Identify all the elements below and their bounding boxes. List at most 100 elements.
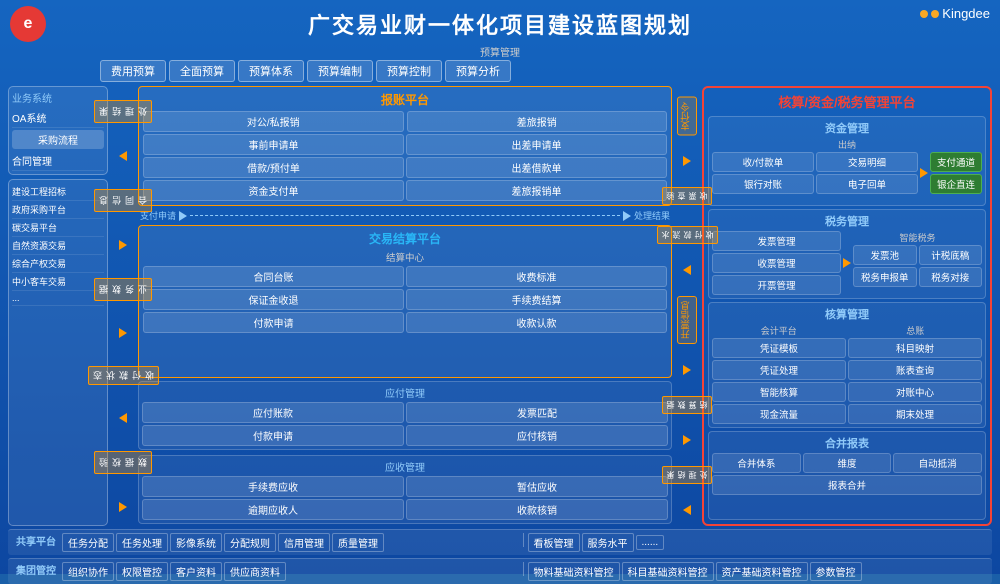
logo-left: e	[10, 6, 46, 42]
ticket-check-label: 收票查验	[662, 187, 712, 205]
arrow-icon-right-5	[623, 211, 631, 221]
payable-grid: 应付账款 发票匹配 付款申请 应付核销	[142, 402, 668, 446]
merge-title: 合并报表	[712, 435, 982, 451]
dimension-item: 维度	[803, 453, 892, 473]
tab-budget-system[interactable]: 预算体系	[238, 60, 304, 82]
customer-data-item[interactable]: 客户资料	[170, 562, 222, 581]
pre-apply-item: 事前申请单	[143, 134, 404, 155]
travel-loan-item: 出差借款单	[406, 157, 667, 178]
payment-channel: 支付通道	[930, 152, 982, 172]
tax-connect-item: 税务对接	[919, 267, 983, 287]
arrow-icon-right-3	[119, 502, 127, 512]
tax-title: 税务管理	[712, 213, 982, 229]
reconcile-center-item: 对账中心	[848, 382, 982, 402]
loan-item: 借款/预付单	[143, 157, 404, 178]
invoice-mgmt-item: 发票管理	[712, 231, 841, 251]
tax-draft-item: 计税底稿	[919, 245, 983, 265]
arrow-right-8	[683, 435, 691, 445]
tab-budget-analysis[interactable]: 预算分析	[445, 60, 511, 82]
deposit-item: 保证金收退	[143, 289, 404, 310]
mid-column: 报账平台 对公/私报销 差旅报销 事前申请单 出差申请单 借款/预付单 出差借款…	[138, 86, 672, 526]
settlement-data-label: 结算数据	[662, 396, 712, 414]
page-title: 广交易业财一体化项目建设蓝图规划	[308, 8, 692, 40]
project-item-dots: ...	[12, 291, 104, 306]
credit-mgmt-item[interactable]: 信用管理	[278, 533, 330, 552]
trade-platform-title: 交易结算平台	[143, 230, 667, 247]
account-title: 核算管理	[712, 306, 982, 322]
fee-standard-item: 收费标准	[406, 266, 667, 287]
payment-item: 收/付款单	[712, 152, 814, 172]
arrow-left-1	[119, 151, 127, 161]
biz-title: 业务系统	[12, 90, 104, 105]
expense-grid: 事前申请单 出差申请单 借款/预付单 出差借款单 资金支付单 差旅报销单	[143, 134, 667, 201]
arrow-icon-left-1	[119, 151, 127, 161]
receivable-section: 应收管理 手续费应收 暂估应收 逾期应收人 收款核销	[138, 455, 672, 524]
voucher-template-item: 凭证模板	[712, 338, 846, 358]
billing-mgmt-item: 开票管理	[712, 275, 841, 295]
voucher-process-item: 凭证处理	[712, 360, 846, 380]
kanban-mgmt-item[interactable]: 看板管理	[528, 533, 580, 552]
group-control-label: 集团管控	[16, 562, 56, 581]
task-assign-item[interactable]: 任务分配	[62, 533, 114, 552]
quality-mgmt-item[interactable]: 质量管理	[332, 533, 384, 552]
left-arrows: 处理结果 合同信息 业务数据 收付款状态 数据校验	[112, 86, 134, 526]
payment-request-item: 付款申请	[143, 312, 404, 333]
tab-expense-budget[interactable]: 费用预算	[100, 60, 166, 82]
arrow-right-2	[119, 328, 127, 338]
smart-account-item: 智能核算	[712, 382, 846, 402]
asset-item[interactable]: 资产基础资料管控	[716, 562, 808, 581]
arrow-right-tax	[843, 258, 851, 268]
service-level-item[interactable]: 服务水平	[582, 533, 634, 552]
right-platform: 核算/资金/税务管理平台 资金管理 出纳 收/付款单 交易明细 银行对账 电子回…	[702, 86, 992, 526]
payment-channel-box: 支付通道 银企直连	[930, 152, 982, 194]
fund-grid: 收/付款单 交易明细 银行对账 电子回单	[712, 152, 918, 194]
trade-platform-box: 交易结算平台 结算中心 合同台账 收费标准 保证金收退 手续费结算 付款申请 收…	[138, 225, 672, 378]
oa-item: OA系统	[12, 108, 104, 128]
subject-item[interactable]: 科目基础资料管控	[622, 562, 714, 581]
auto-offset-item: 自动抵消	[893, 453, 982, 473]
data-check-label: 数据校验	[94, 451, 152, 474]
image-system-item[interactable]: 影像系统	[170, 533, 222, 552]
permission-item[interactable]: 权限管控	[116, 562, 168, 581]
task-process-item[interactable]: 任务处理	[116, 533, 168, 552]
account-grid: 凭证模板 科目映射 凭证处理 账表查询 智能核算 对账中心 现金流量 期末处理	[712, 338, 982, 424]
shared-items-left: 任务分配 任务处理 影像系统 分配规则 信用管理 质量管理	[62, 533, 519, 552]
divider-1	[523, 533, 524, 547]
contract-info-label: 合同信息	[94, 189, 152, 212]
fee-settlement-item: 手续费结算	[406, 289, 667, 310]
account-platform-label: 会计平台	[712, 324, 846, 337]
tab-budget-compile[interactable]: 预算编制	[307, 60, 373, 82]
supplier-data-item[interactable]: 供应商资料	[224, 562, 286, 581]
trade-grid: 合同台账 收费标准 保证金收退 手续费结算 付款申请 收款认款	[143, 266, 667, 333]
alloc-rule-item[interactable]: 分配规则	[224, 533, 276, 552]
expense-platform-title: 报账平台	[143, 91, 667, 108]
budget-label: 预算管理	[0, 44, 1000, 59]
payable-section: 应付管理 应付账款 发票匹配 付款申请 应付核销	[138, 381, 672, 450]
merge-section: 合并报表 合并体系 维度 自动抵消 报表合并	[708, 431, 986, 521]
process-result-label3: 处理结果	[662, 466, 712, 484]
arrow-right-fund	[920, 168, 928, 178]
logo-left-text: e	[24, 15, 33, 33]
bank-recon-item: 银行对账	[712, 174, 814, 194]
project-item-1: 建设工程招标	[12, 183, 104, 201]
tab-full-budget[interactable]: 全面预算	[169, 60, 235, 82]
arrow-icon-right-fund	[920, 168, 928, 178]
main-container: e 广交易业财一体化项目建设蓝图规划 Kingdee 预算管理 费用预算 全面预…	[0, 0, 1000, 574]
invoice-info-label: 开票信息	[677, 296, 697, 344]
param-control-item[interactable]: 参数管控	[810, 562, 862, 581]
arrow-icon-left-4	[683, 505, 691, 515]
tab-budget-control[interactable]: 预算控制	[376, 60, 442, 82]
arrow-icon-left-2	[119, 413, 127, 423]
org-collab-item[interactable]: 组织协作	[62, 562, 114, 581]
arrow-left-3	[683, 265, 691, 275]
biz-system-box: 业务系统 OA系统 采购流程 合同管理	[8, 86, 108, 175]
arrow-icon-right-8	[683, 435, 691, 445]
group-control-row: 集团管控 组织协作 权限管控 客户资料 供应商资料 物料基础资料管控 科目基础资…	[8, 558, 992, 584]
purchase-item[interactable]: 采购流程	[12, 130, 104, 149]
arrow-icon-right-4	[179, 211, 187, 221]
arrow-right-6	[683, 156, 691, 166]
tax-right-grid: 发票池 计税底稿 税务申报单 税务对接	[853, 245, 982, 287]
merge-system-item: 合并体系	[712, 453, 801, 473]
material-item[interactable]: 物料基础资料管控	[528, 562, 620, 581]
arrow-left-4	[683, 505, 691, 515]
